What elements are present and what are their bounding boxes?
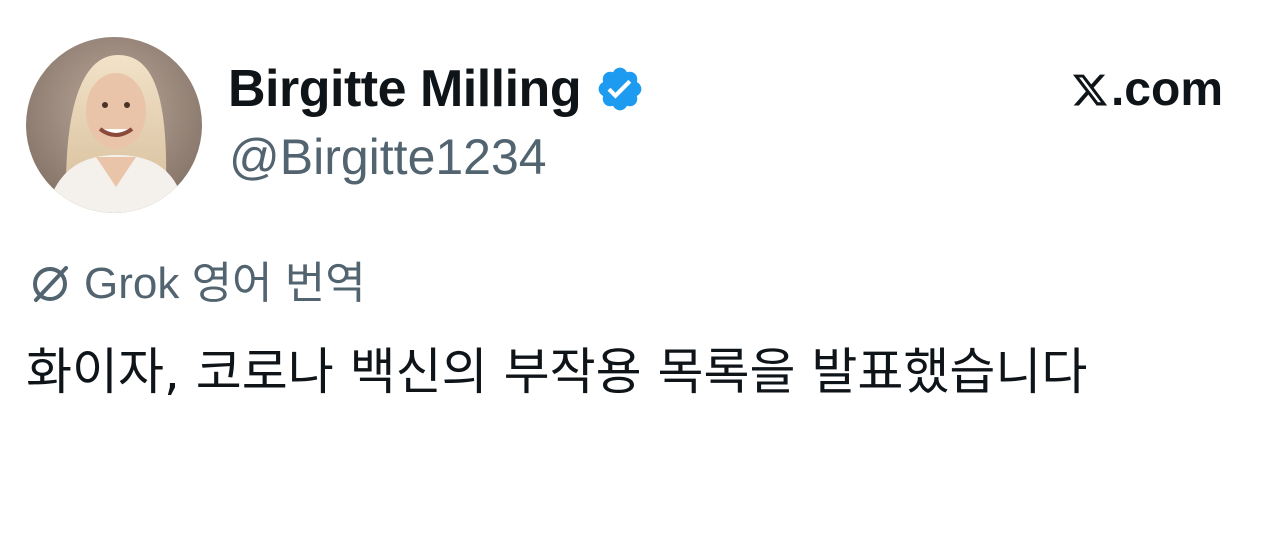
post-text: 화이자, 코로나 백신의 부작용 목록을 발표했습니다: [26, 343, 1088, 401]
profile-photo: [26, 37, 202, 213]
display-name[interactable]: Birgitte Milling: [228, 63, 582, 115]
verified-badge-icon[interactable]: [595, 64, 645, 114]
x-logo-icon: [1071, 71, 1109, 109]
brand-domain: .com: [1110, 63, 1223, 116]
author-handle[interactable]: @Birgitte1234: [229, 132, 547, 182]
author-name-row: Birgitte Milling: [228, 58, 645, 120]
grok-translation-row[interactable]: Grok 영어 번역: [28, 258, 366, 310]
grok-icon: [28, 262, 72, 306]
translation-label: Grok 영어 번역: [84, 259, 366, 308]
brand-watermark: .com: [1071, 66, 1223, 114]
avatar[interactable]: [26, 37, 202, 213]
